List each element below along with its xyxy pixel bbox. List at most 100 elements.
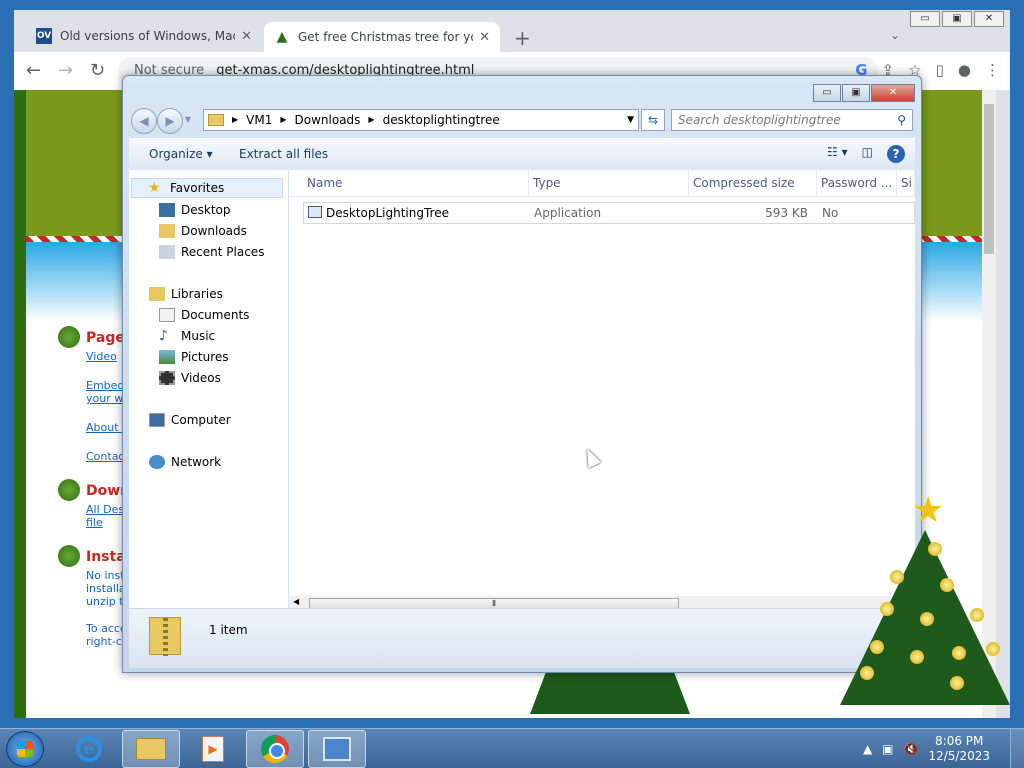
recent-pages-dropdown-icon[interactable]: ▼ <box>183 108 193 134</box>
tab-title: Old versions of Windows, Mac an <box>60 29 235 43</box>
tab-close-icon[interactable]: ✕ <box>241 29 252 44</box>
nav-favorites[interactable]: ★ Favorites <box>131 178 283 198</box>
help-icon[interactable]: ? <box>887 145 905 163</box>
start-button[interactable] <box>6 731 44 767</box>
ornament-icon <box>940 578 954 592</box>
show-hidden-icons-icon[interactable]: ▲ <box>863 742 872 756</box>
file-name: DesktopLightingTree <box>326 206 449 220</box>
table-row[interactable]: DesktopLightingTree Application 593 KB N… <box>303 202 915 224</box>
ornament-icon <box>950 676 964 690</box>
search-input[interactable]: Search desktoplightingtree ⚲ <box>671 109 913 131</box>
breadcrumb-desktoplightingtree[interactable]: desktoplightingtree <box>383 110 500 130</box>
column-header-type[interactable]: Type <box>529 170 689 196</box>
file-password: No <box>822 206 839 220</box>
back-icon[interactable]: ← <box>26 60 41 81</box>
command-bar: Organize ▾ Extract all files ☷ ▾ ◫ ? <box>129 138 915 170</box>
address-bar[interactable]: ▶ VM1 ▶ Downloads ▶ desktoplightingtree … <box>203 109 639 131</box>
nav-label: Recent Places <box>181 245 265 259</box>
nav-label: Favorites <box>170 181 225 195</box>
show-desktop-button[interactable] <box>1010 729 1024 768</box>
nav-network[interactable]: Network <box>149 452 221 472</box>
ornament-icon <box>880 602 894 616</box>
internet-explorer-icon: e <box>76 736 102 762</box>
nav-music[interactable]: ♪ Music <box>159 326 215 346</box>
breadcrumb-separator-icon[interactable]: ▶ <box>232 110 238 130</box>
clock[interactable]: 8:06 PM 12/5/2023 <box>928 734 990 764</box>
nav-libraries[interactable]: Libraries <box>149 284 223 304</box>
taskbar-internet-explorer[interactable]: e <box>60 730 118 768</box>
nav-recent-places[interactable]: Recent Places <box>159 242 264 262</box>
nav-label: Music <box>181 329 216 343</box>
reload-icon[interactable]: ↻ <box>90 60 105 81</box>
taskbar-chrome[interactable] <box>246 730 304 768</box>
menu-kebab-icon[interactable]: ⋮ <box>985 61 1000 79</box>
refresh-icon[interactable]: ⇆ <box>641 109 665 131</box>
ornament-icon <box>860 666 874 680</box>
organize-button[interactable]: Organize ▾ <box>149 147 213 161</box>
column-header-name[interactable]: Name <box>303 170 529 196</box>
ornament-icon <box>870 640 884 654</box>
scroll-left-icon[interactable]: ◀ <box>293 597 299 606</box>
extract-all-button[interactable]: Extract all files <box>239 147 328 161</box>
media-player-icon: ▶ <box>202 736 224 762</box>
tab-search-chevron-icon[interactable]: ⌄ <box>890 28 900 42</box>
breadcrumb-separator-icon[interactable]: ▶ <box>280 110 286 130</box>
scrollbar-thumb[interactable] <box>984 104 994 254</box>
search-placeholder: Search desktoplightingtree <box>678 113 841 127</box>
tab-old-versions[interactable]: OV Old versions of Windows, Mac an ✕ <box>26 22 262 50</box>
taskbar-installer[interactable] <box>308 730 366 768</box>
zip-folder-icon <box>208 114 224 126</box>
nav-label: Network <box>171 455 222 469</box>
nav-label: Pictures <box>181 350 229 364</box>
file-list: Name Type Compressed size Password ... S… <box>289 170 915 610</box>
nav-label: Videos <box>181 371 221 385</box>
nav-downloads[interactable]: Downloads <box>159 221 247 241</box>
nav-videos[interactable]: Videos <box>159 368 221 388</box>
taskbar-file-explorer[interactable] <box>122 730 180 768</box>
nav-desktop[interactable]: Desktop <box>159 200 231 220</box>
music-icon: ♪ <box>159 328 168 344</box>
explorer-maximize-button[interactable]: ▣ <box>842 84 870 102</box>
column-header-password[interactable]: Password ... <box>817 170 897 196</box>
side-panel-icon[interactable]: ▯ <box>936 61 944 79</box>
address-dropdown-icon[interactable]: ▼ <box>627 110 634 130</box>
computer-icon <box>323 737 351 761</box>
network-status-icon[interactable]: ▣ <box>882 742 893 756</box>
navigation-pane: ★ Favorites Desktop Downloads Recent Pla… <box>129 170 289 608</box>
forward-icon[interactable]: → <box>58 60 73 81</box>
explorer-minimize-button[interactable]: ▭ <box>813 84 841 102</box>
chrome-icon <box>261 735 289 763</box>
breadcrumb-separator-icon[interactable]: ▶ <box>368 110 374 130</box>
nav-pictures[interactable]: Pictures <box>159 347 229 367</box>
clock-date: 12/5/2023 <box>928 749 990 763</box>
back-button[interactable]: ◀ <box>131 108 157 134</box>
documents-icon <box>159 308 175 322</box>
breadcrumb-vm1[interactable]: VM1 <box>246 110 272 130</box>
preview-pane-icon[interactable]: ◫ <box>862 145 873 163</box>
change-view-button[interactable]: ☷ ▾ <box>827 145 848 163</box>
ornament-icon <box>920 612 934 626</box>
browser-close-button[interactable]: ✕ <box>974 11 1004 27</box>
explorer-close-button[interactable]: ✕ <box>871 84 915 102</box>
profile-avatar-icon[interactable]: ● <box>958 61 971 79</box>
volume-muted-icon[interactable]: 🔇 <box>904 742 919 756</box>
browser-maximize-button[interactable]: ▣ <box>942 11 972 27</box>
recent-places-icon <box>159 245 175 259</box>
pictures-icon <box>159 350 175 364</box>
nav-computer[interactable]: Computer <box>149 410 231 430</box>
explorer-window-controls: ▭ ▣ ✕ <box>813 84 915 102</box>
tab-close-icon[interactable]: ✕ <box>479 30 490 45</box>
forward-button[interactable]: ▶ <box>157 108 183 134</box>
tab-christmas-tree[interactable]: ▲ Get free Christmas tree for your ✕ <box>264 22 500 52</box>
application-icon <box>308 206 322 218</box>
header-divider <box>289 196 915 197</box>
search-icon[interactable]: ⚲ <box>897 110 906 130</box>
taskbar-media-player[interactable]: ▶ <box>184 730 242 768</box>
nav-documents[interactable]: Documents <box>159 305 249 325</box>
breadcrumb-downloads[interactable]: Downloads <box>295 110 361 130</box>
column-header-compressed-size[interactable]: Compressed size <box>689 170 817 196</box>
column-header-size[interactable]: Si <box>897 170 915 196</box>
ornament-icon <box>970 608 984 622</box>
browser-minimize-button[interactable]: ▭ <box>910 11 940 27</box>
new-tab-button[interactable]: + <box>514 26 531 50</box>
